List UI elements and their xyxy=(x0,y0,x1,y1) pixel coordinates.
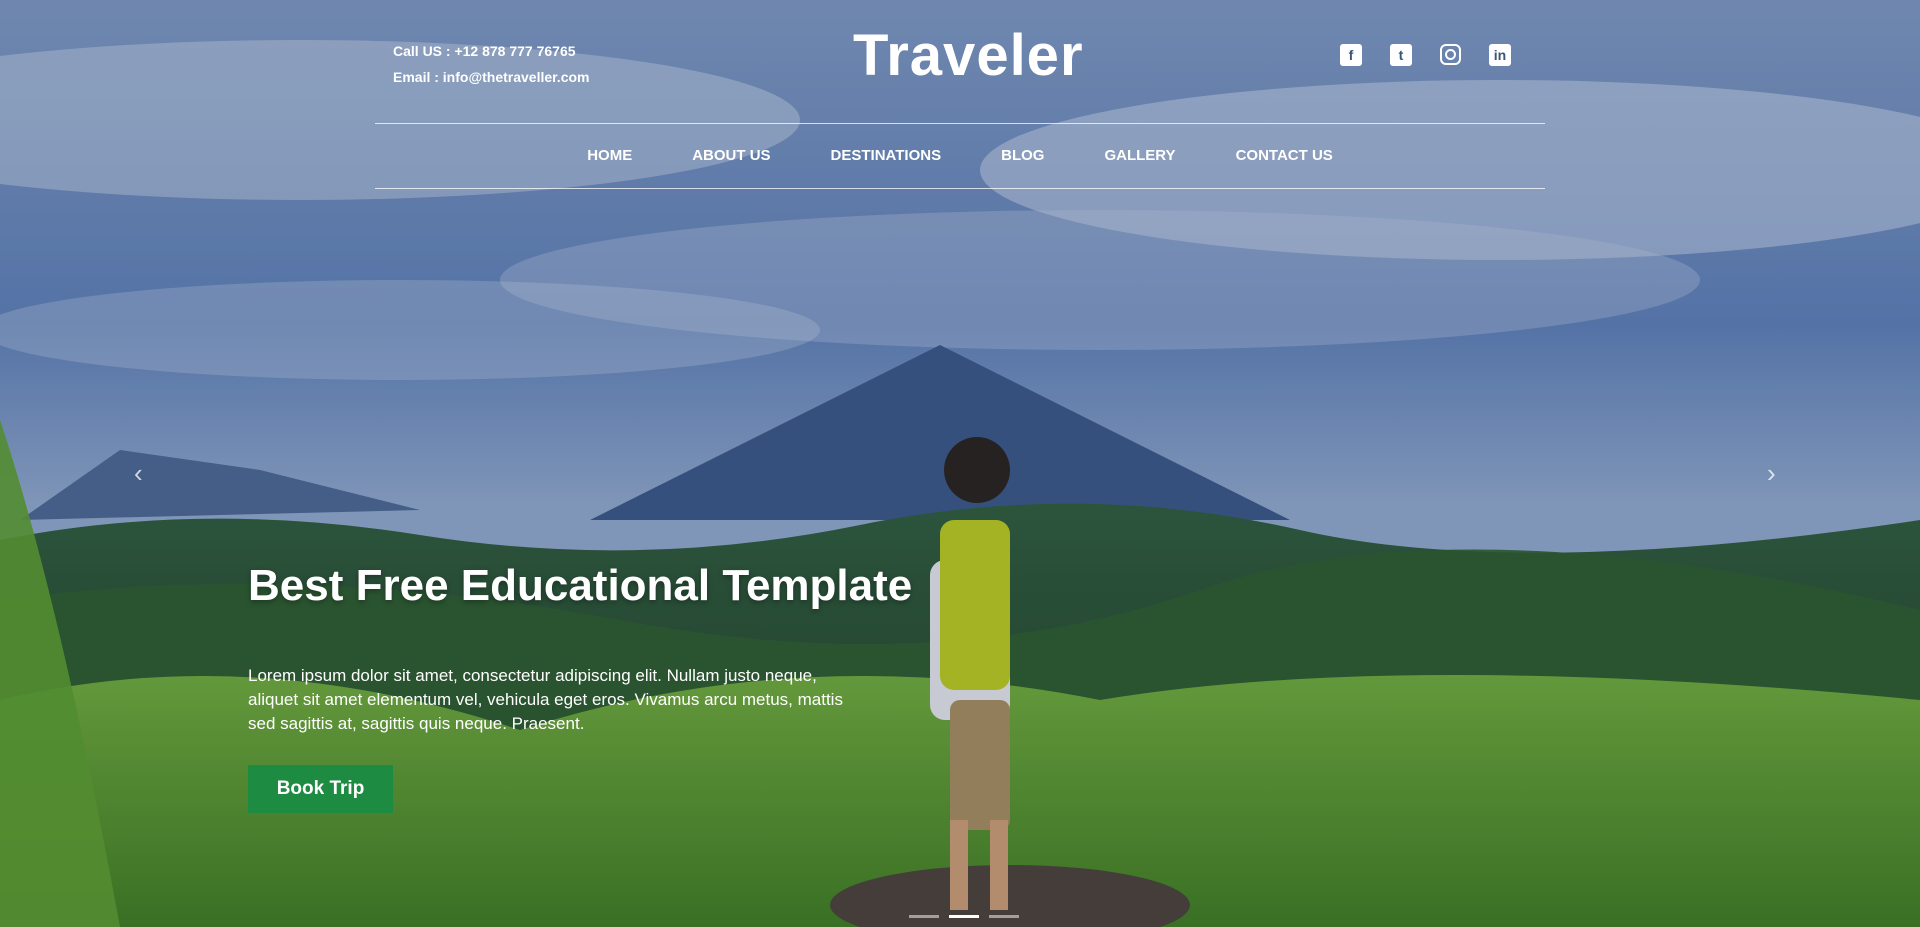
contact-info: Call US : +12 878 777 76765 Email : info… xyxy=(393,38,590,90)
nav-destinations[interactable]: DESTINATIONS xyxy=(831,147,942,164)
nav-home[interactable]: HOME xyxy=(587,147,632,164)
nav-blog[interactable]: BLOG xyxy=(1001,147,1044,164)
prev-arrow-icon[interactable]: ‹ xyxy=(134,458,143,489)
nav-contact-us[interactable]: CONTACT US xyxy=(1236,147,1333,164)
slide-indicator-1[interactable] xyxy=(909,915,939,918)
social-links: f t in xyxy=(1340,44,1511,66)
hero-caption: Best Free Educational Template Lorem ips… xyxy=(248,556,948,736)
email-text[interactable]: Email : info@thetraveller.com xyxy=(393,64,590,90)
slide-indicator-2[interactable] xyxy=(949,915,979,918)
hero-description: Lorem ipsum dolor sit amet, consectetur … xyxy=(248,666,843,733)
hero-title: Best Free Educational Template xyxy=(248,561,913,610)
slide-indicator-3[interactable] xyxy=(989,915,1019,918)
main-nav: HOME ABOUT US DESTINATIONS BLOG GALLERY … xyxy=(375,123,1545,188)
nav-gallery[interactable]: GALLERY xyxy=(1104,147,1175,164)
next-arrow-icon[interactable]: › xyxy=(1767,458,1776,489)
nav-about-us[interactable]: ABOUT US xyxy=(692,147,770,164)
hero-slider: Call US : +12 878 777 76765 Email : info… xyxy=(0,0,1920,927)
instagram-icon[interactable] xyxy=(1440,44,1461,65)
linkedin-icon[interactable]: in xyxy=(1489,44,1511,66)
slide-indicators xyxy=(909,915,1019,918)
phone-text: Call US : +12 878 777 76765 xyxy=(393,43,576,59)
twitter-icon[interactable]: t xyxy=(1390,44,1412,66)
nav-divider-bottom xyxy=(375,188,1545,189)
book-trip-button[interactable]: Book Trip xyxy=(248,765,393,813)
facebook-icon[interactable]: f xyxy=(1340,44,1362,66)
site-logo[interactable]: Traveler xyxy=(853,22,1084,89)
